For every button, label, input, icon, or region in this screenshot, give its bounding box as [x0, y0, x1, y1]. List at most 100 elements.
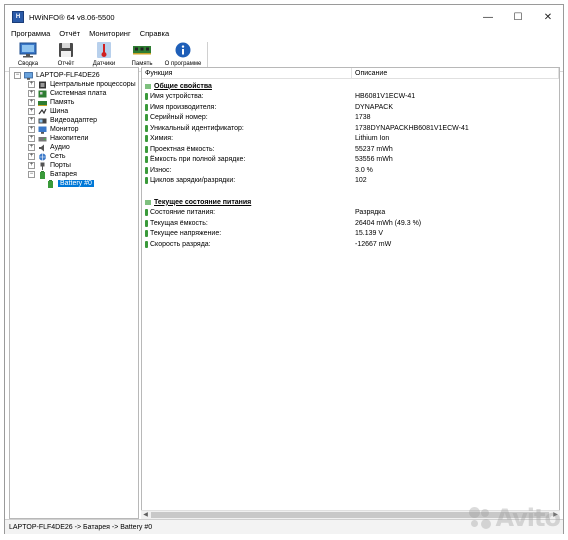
tree-item-video[interactable]: + Видеоадаптер: [28, 116, 97, 125]
property-name: Имя производителя:: [150, 103, 217, 111]
property-value: 102: [355, 177, 367, 185]
property-row[interactable]: Имя устройства: HB6081V1ECW-41: [142, 92, 559, 103]
scroll-left-icon[interactable]: ◀: [141, 511, 150, 519]
expand-icon[interactable]: +: [28, 126, 35, 133]
tree-item-battery-0[interactable]: Battery #0: [46, 179, 94, 188]
battery-icon: [145, 124, 148, 132]
property-value: -12667 mW: [355, 240, 392, 248]
tree-item-battery[interactable]: − Батарея: [28, 170, 77, 179]
column-header-description[interactable]: Описание: [352, 68, 559, 79]
property-value: HB6081V1ECW-41: [355, 93, 416, 101]
collapse-icon[interactable]: −: [14, 72, 21, 79]
cpu-icon: [38, 81, 47, 89]
expand-icon[interactable]: +: [28, 81, 35, 88]
property-row[interactable]: Ёмкость при полной зарядке: 53556 mWh: [142, 155, 559, 166]
battery-icon: [145, 156, 148, 164]
expand-icon[interactable]: +: [28, 153, 35, 160]
property-value: DYNAPACK: [355, 103, 393, 111]
property-row[interactable]: Серийный номер: 1738: [142, 113, 559, 124]
expand-icon[interactable]: +: [28, 117, 35, 124]
column-header-function[interactable]: Функция: [142, 68, 352, 79]
info-icon: [174, 42, 192, 58]
section-title: Общие свойства: [154, 82, 212, 90]
battery-icon: [145, 230, 148, 238]
section-header-general: Общие свойства: [142, 81, 559, 92]
battery-icon: [145, 177, 148, 185]
property-value: 1738DYNAPACKHB6081V1ECW-41: [355, 124, 469, 132]
app-window: H HWiNFO® 64 v8.06-5500 — ☐ ✕ Программа …: [4, 4, 564, 534]
battery-icon: [145, 166, 148, 174]
tree-item-ports[interactable]: + Порты: [28, 161, 71, 170]
tree-item-label: Память: [50, 99, 75, 106]
menu-bar: Программа Отчёт Мониторинг Справка: [5, 26, 563, 40]
menu-help[interactable]: Справка: [140, 29, 169, 38]
menu-program[interactable]: Программа: [11, 29, 50, 38]
section-icon: [145, 83, 151, 89]
tree-selected-label: Battery #0: [58, 180, 94, 187]
tree-item-bus[interactable]: + Шина: [28, 107, 68, 116]
properties-pane: Функция Описание Общие свойства Имя устр…: [141, 67, 560, 519]
section-icon: [145, 199, 151, 205]
tree-item-network[interactable]: + Сеть: [28, 152, 66, 161]
expand-icon[interactable]: +: [28, 144, 35, 151]
property-row[interactable]: Износ: 3.0 %: [142, 165, 559, 176]
battery-icon: [145, 93, 148, 101]
tree-item-memory[interactable]: + Память: [28, 98, 74, 107]
tree-item-audio[interactable]: + Аудио: [28, 143, 70, 152]
video-adapter-icon: [38, 117, 47, 125]
tree-item-drives[interactable]: + Накопители: [28, 134, 88, 143]
menu-monitoring[interactable]: Мониторинг: [89, 29, 131, 38]
menu-report[interactable]: Отчёт: [59, 29, 80, 38]
expand-icon[interactable]: +: [28, 90, 35, 97]
property-name: Серийный номер:: [150, 114, 208, 122]
tree-item-motherboard[interactable]: + Системная плата: [28, 89, 106, 98]
avito-watermark: Avito: [469, 504, 561, 532]
property-name: Химия:: [150, 135, 174, 143]
battery-icon: [38, 170, 47, 179]
property-row[interactable]: Проектная ёмкость: 55237 mWh: [142, 144, 559, 155]
tree-root[interactable]: − LAPTOP-FLF4DE26: [14, 71, 100, 80]
property-row[interactable]: Текущее напряжение: 15.139 V: [142, 229, 559, 240]
motherboard-icon: [38, 90, 47, 98]
section-header-power-state: Текущее состояние питания: [142, 197, 559, 208]
memory-module-icon: [133, 42, 151, 58]
memory-icon: [38, 99, 47, 107]
battery-icon: [145, 135, 148, 143]
toolbar-separator: [207, 42, 208, 70]
drive-icon: [38, 135, 47, 143]
property-value: 26404 mWh (49.3 %): [355, 219, 422, 227]
battery-icon: [145, 240, 148, 248]
property-name: Износ:: [150, 166, 172, 174]
expand-icon[interactable]: +: [28, 162, 35, 169]
property-value: 55237 mWh: [355, 145, 393, 153]
property-row[interactable]: Текущая ёмкость: 26404 mWh (49.3 %): [142, 218, 559, 229]
property-row[interactable]: Имя производителя: DYNAPACK: [142, 102, 559, 113]
speaker-icon: [38, 144, 47, 152]
property-name: Ёмкость при полной зарядке:: [150, 156, 246, 164]
expand-icon[interactable]: +: [28, 108, 35, 115]
property-row[interactable]: Скорость разряда: -12667 mW: [142, 239, 559, 250]
expand-icon[interactable]: +: [28, 135, 35, 142]
property-name: Уникальный идентификатор:: [150, 124, 244, 132]
expand-icon[interactable]: +: [28, 99, 35, 106]
property-row[interactable]: Циклов зарядки/разрядки: 102: [142, 176, 559, 187]
battery-icon: [145, 103, 148, 111]
tree-item-monitor[interactable]: + Монитор: [28, 125, 79, 134]
property-row[interactable]: Уникальный идентификатор: 1738DYNAPACKHB6…: [142, 123, 559, 134]
property-value: 1738: [355, 114, 371, 122]
network-icon: [38, 153, 47, 161]
device-tree[interactable]: − LAPTOP-FLF4DE26 + Центральные процессо…: [9, 67, 139, 519]
window-title: HWiNFO® 64 v8.06-5500: [29, 12, 115, 22]
tree-item-label: Порты: [50, 162, 71, 169]
tree-item-cpu[interactable]: + Центральные процессоры: [28, 80, 136, 89]
property-value: 53556 mWh: [355, 156, 393, 164]
tree-item-label: Центральные процессоры: [50, 81, 136, 88]
collapse-icon[interactable]: −: [28, 171, 35, 178]
battery-icon: [145, 145, 148, 153]
tree-item-label: Системная плата: [50, 90, 107, 97]
property-row[interactable]: Химия: Lithium Ion: [142, 134, 559, 145]
tree-item-label: Сеть: [50, 153, 66, 160]
tree-item-label: Аудио: [50, 144, 70, 151]
property-row[interactable]: Состояние питания: Разрядка: [142, 208, 559, 219]
property-name: Скорость разряда:: [150, 240, 211, 248]
